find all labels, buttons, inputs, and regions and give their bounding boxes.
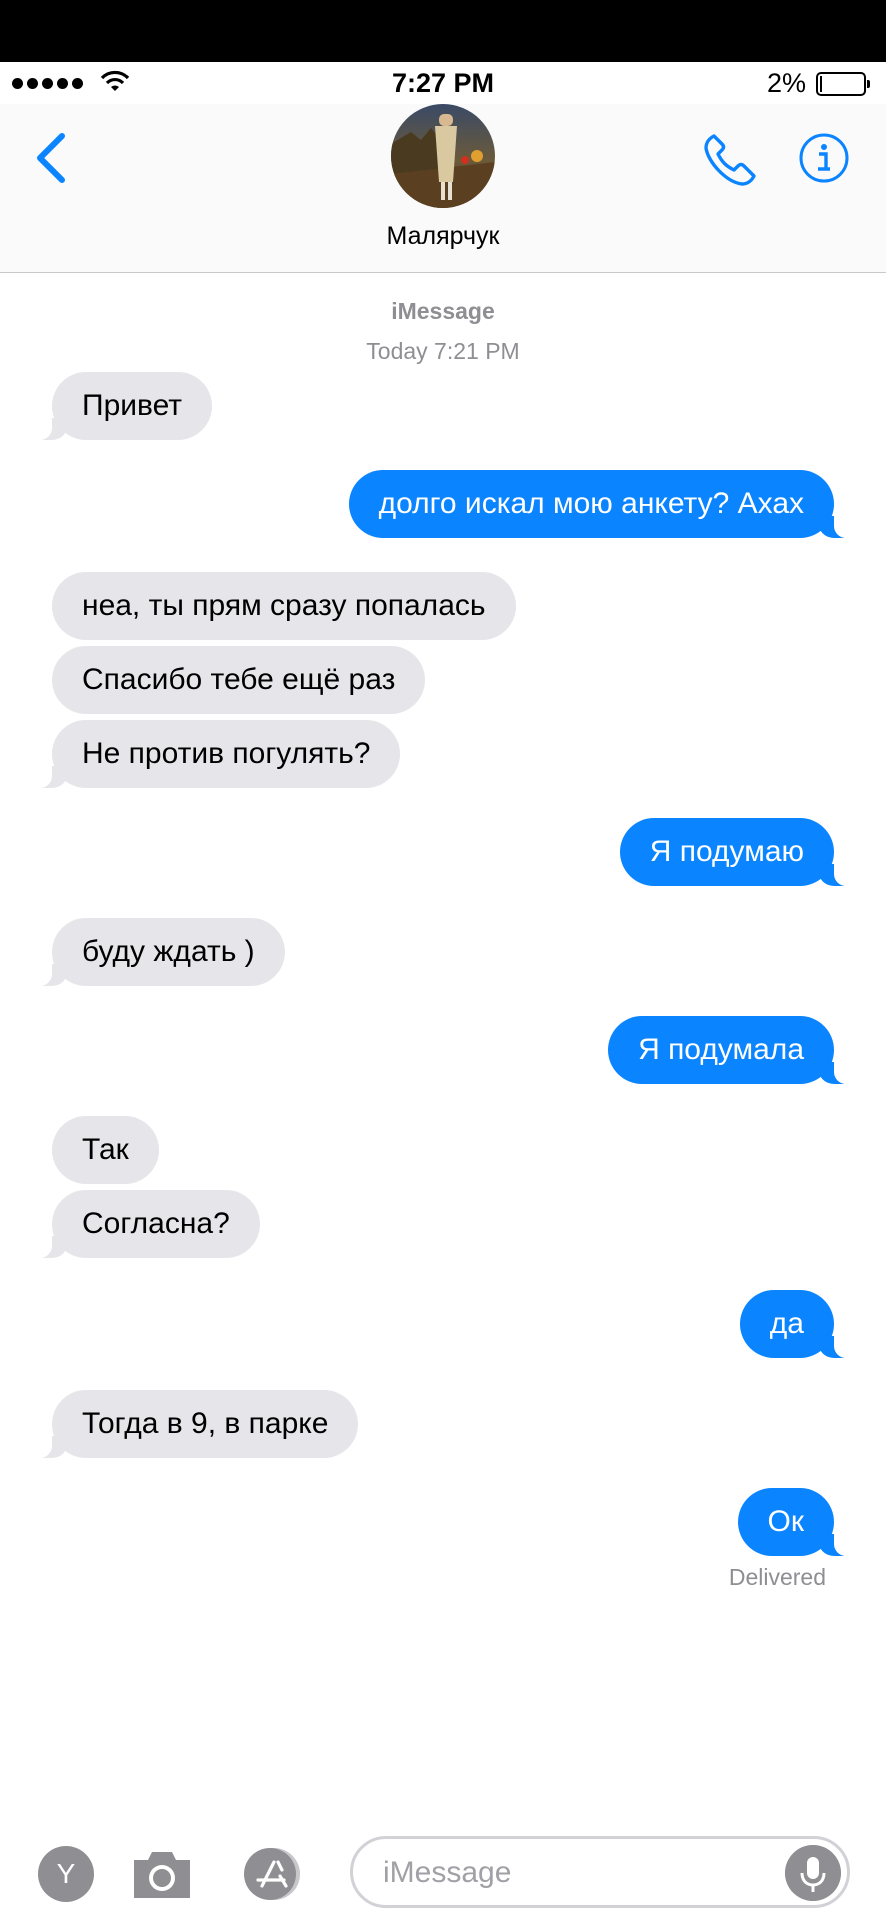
conversation-timestamp: Today 7:21 PM — [366, 338, 520, 364]
top-black-bar — [0, 0, 886, 62]
message-bubble-incoming[interactable]: Согласна? — [30, 1190, 260, 1258]
chevron-left-icon[interactable] — [28, 128, 74, 188]
message-bubble-outgoing[interactable]: Я подумала — [608, 1016, 856, 1084]
contact-name[interactable]: Малярчук — [0, 222, 886, 251]
message-bubble-incoming[interactable]: буду ждать ) — [30, 918, 285, 986]
message-input[interactable] — [381, 1847, 765, 1899]
input-bar: Y — [0, 1810, 886, 1920]
avatar[interactable] — [391, 104, 495, 208]
message-bubble-outgoing[interactable]: Я подумаю — [619, 818, 857, 886]
delivery-status: Delivered — [728, 1564, 826, 1590]
message-bubble-incoming[interactable]: Спасибо тебе ещё раз — [52, 646, 426, 714]
microphone-icon[interactable] — [785, 1845, 841, 1901]
service-label: iMessage — [391, 298, 495, 324]
conversation-header: Малярчук — [0, 104, 886, 273]
app-drawer-button[interactable]: Y — [38, 1846, 94, 1902]
camera-icon[interactable] — [130, 1846, 194, 1902]
message-bubble-incoming[interactable]: Не против погулять? — [29, 720, 401, 788]
status-time: 7:27 PM — [391, 68, 495, 98]
message-bubble-incoming[interactable]: неа, ты прям сразу попалась — [52, 572, 516, 640]
message-bubble-outgoing[interactable]: Ок — [737, 1488, 857, 1556]
message-bubble-incoming[interactable]: Привет — [29, 372, 213, 440]
status-bar: 7:27 PM 2% — [0, 62, 886, 104]
info-icon[interactable] — [798, 132, 850, 184]
message-bubble-incoming[interactable]: Тогда в 9, в парке — [29, 1390, 359, 1458]
message-bubble-incoming[interactable]: Так — [52, 1116, 159, 1184]
battery-percent: 2% — [766, 68, 806, 98]
battery-icon — [816, 72, 870, 96]
message-bubble-outgoing[interactable]: долго искал мою анкету? Ахах — [348, 470, 857, 538]
message-field[interactable] — [350, 1836, 850, 1908]
phone-icon[interactable] — [700, 130, 760, 190]
appstore-icon[interactable] — [240, 1846, 314, 1902]
message-bubble-outgoing[interactable]: да — [739, 1290, 857, 1358]
